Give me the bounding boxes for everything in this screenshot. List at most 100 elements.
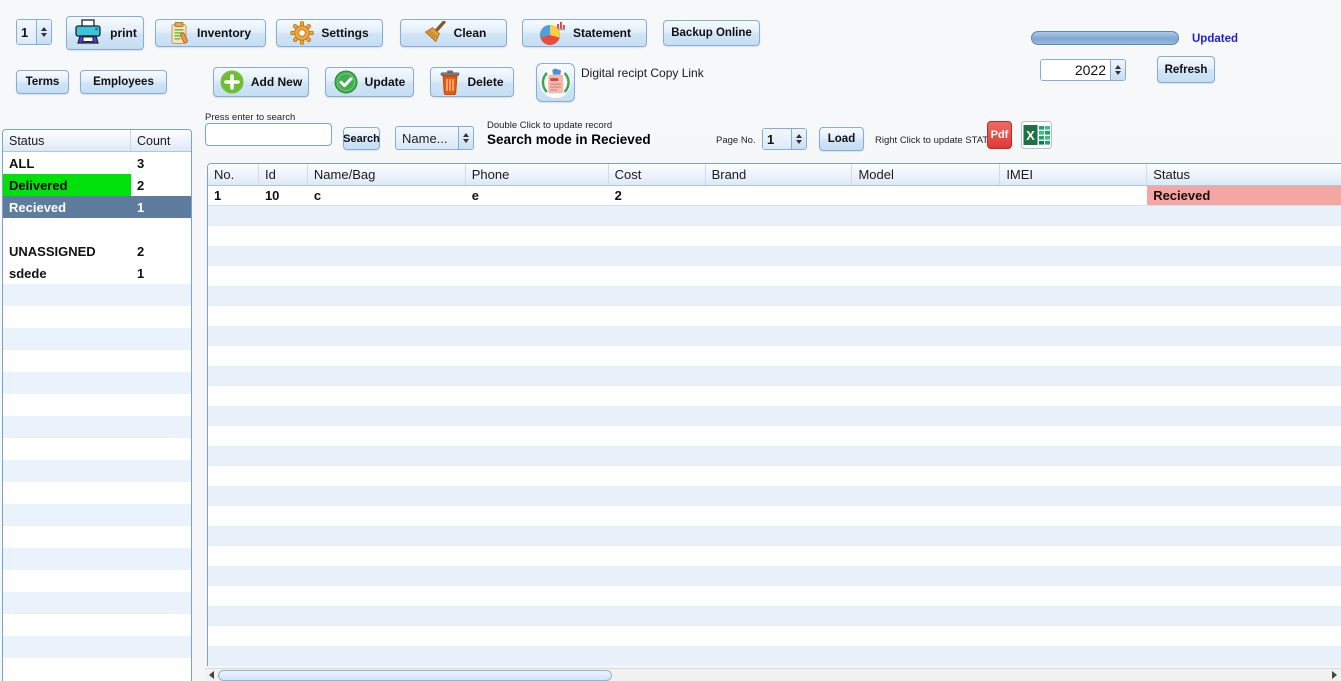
sidebar-empty-row xyxy=(3,416,191,438)
grid-column-model[interactable]: Model xyxy=(852,164,1000,185)
inventory-label: Inventory xyxy=(197,26,251,40)
search-button[interactable]: Search xyxy=(343,127,380,150)
inventory-button[interactable]: Inventory xyxy=(155,19,266,47)
sidebar-empty-row xyxy=(3,284,191,306)
load-label: Load xyxy=(828,133,855,145)
sidebar-status-row[interactable]: UNASSIGNED2 xyxy=(3,240,191,262)
update-label: Update xyxy=(365,75,406,89)
grid-empty-row xyxy=(208,626,1341,646)
sidebar-column-status[interactable]: Status xyxy=(3,130,131,151)
copies-spinner[interactable]: 1 xyxy=(16,19,52,45)
clipboard-icon xyxy=(170,22,190,45)
table-row[interactable]: 1 10 c e 2 Recieved xyxy=(208,186,1341,206)
sidebar-status-row[interactable]: sdede1 xyxy=(3,262,191,284)
sync-progress-bar xyxy=(1031,31,1179,45)
employees-button[interactable]: Employees xyxy=(80,70,167,94)
digital-receipt-label: Digital recipt Copy Link xyxy=(581,66,704,80)
scrollbar-thumb[interactable] xyxy=(218,670,612,681)
search-mode-dropdown[interactable]: Name... xyxy=(395,126,474,150)
grid-column-brand[interactable]: Brand xyxy=(706,164,853,185)
page-value: 1 xyxy=(763,129,791,149)
grid-empty-row xyxy=(208,546,1341,566)
sidebar-empty-row xyxy=(3,614,191,636)
sidebar-status-row[interactable]: Delivered2 xyxy=(3,174,191,196)
grid-empty-row xyxy=(208,226,1341,246)
backup-online-button[interactable]: Backup Online xyxy=(663,20,760,46)
print-label: print xyxy=(110,26,137,40)
grid-empty-row xyxy=(208,346,1341,366)
sidebar-header: Status Count xyxy=(3,130,191,152)
sidebar-empty-row xyxy=(3,504,191,526)
grid-column-name[interactable]: Name/Bag xyxy=(308,164,466,185)
add-new-button[interactable]: Add New xyxy=(213,67,309,97)
page-spin-buttons[interactable] xyxy=(791,129,806,149)
sidebar-column-count[interactable]: Count xyxy=(131,130,191,151)
grid-column-no[interactable]: No. xyxy=(208,164,259,185)
add-plus-icon xyxy=(220,70,244,94)
grid-column-cost[interactable]: Cost xyxy=(609,164,706,185)
print-button[interactable]: print xyxy=(66,16,144,50)
app-window: { "toolbar": { "copies_value": "1", "pri… xyxy=(0,0,1341,681)
broom-icon xyxy=(421,21,447,45)
cell-cost: 2 xyxy=(609,186,706,205)
export-excel-button[interactable]: X xyxy=(1021,121,1052,149)
update-button[interactable]: Update xyxy=(325,67,414,97)
refresh-label: Refresh xyxy=(1165,64,1208,76)
grid-empty-row xyxy=(208,486,1341,506)
sidebar-status-row[interactable]: ALL3 xyxy=(3,152,191,174)
pdf-label: Pdf xyxy=(991,129,1009,141)
copies-spin-buttons[interactable] xyxy=(36,20,51,44)
grid-column-id[interactable]: Id xyxy=(259,164,308,185)
search-button-label: Search xyxy=(343,133,380,145)
year-spin-buttons[interactable] xyxy=(1110,60,1125,80)
statement-label: Statement xyxy=(573,26,631,40)
receipt-icon xyxy=(539,66,572,99)
sidebar-empty-row xyxy=(3,548,191,570)
delete-label: Delete xyxy=(467,75,503,89)
search-mode-spin-buttons[interactable] xyxy=(458,127,473,149)
export-pdf-button[interactable]: Pdf xyxy=(987,121,1012,149)
scroll-right-arrow-icon[interactable] xyxy=(1328,669,1341,681)
horizontal-scrollbar[interactable] xyxy=(205,668,1341,681)
sidebar-status-row[interactable]: Recieved1 xyxy=(3,196,191,218)
sidebar-empty-row xyxy=(3,372,191,394)
delete-button[interactable]: Delete xyxy=(430,67,514,97)
printer-icon xyxy=(73,19,103,47)
digital-receipt-button[interactable] xyxy=(536,63,575,102)
excel-icon: X xyxy=(1021,121,1052,149)
grid-empty-row xyxy=(208,406,1341,426)
statement-button[interactable]: Statement xyxy=(522,19,647,47)
grid-empty-row xyxy=(208,586,1341,606)
gear-icon xyxy=(290,21,314,45)
search-input[interactable] xyxy=(205,123,332,146)
sidebar-empty-row xyxy=(3,570,191,592)
scroll-left-arrow-icon[interactable] xyxy=(205,669,218,681)
page-no-label: Page No. xyxy=(716,135,756,146)
sidebar-empty-row xyxy=(3,438,191,460)
sidebar-empty-row xyxy=(3,592,191,614)
year-spinner[interactable]: 2022 xyxy=(1040,59,1126,81)
grid-empty-row xyxy=(208,606,1341,626)
sidebar-empty-row xyxy=(3,482,191,504)
grid-empty-row xyxy=(208,426,1341,446)
grid-column-status[interactable]: Status xyxy=(1147,164,1341,185)
grid-empty-row xyxy=(208,526,1341,546)
settings-button[interactable]: Settings xyxy=(276,19,383,47)
grid-column-phone[interactable]: Phone xyxy=(466,164,609,185)
load-button[interactable]: Load xyxy=(819,127,864,151)
sidebar-empty-row xyxy=(3,636,191,658)
svg-text:X: X xyxy=(1026,128,1035,143)
grid-column-imei[interactable]: IMEI xyxy=(1000,164,1147,185)
grid-empty-row xyxy=(208,646,1341,666)
sidebar-empty-row xyxy=(3,460,191,482)
clean-button[interactable]: Clean xyxy=(400,19,507,47)
page-spinner[interactable]: 1 xyxy=(762,128,807,150)
backup-online-label: Backup Online xyxy=(671,27,752,39)
search-mode-text: Search mode in Recieved xyxy=(487,132,651,147)
refresh-button[interactable]: Refresh xyxy=(1157,56,1215,83)
sidebar-empty-row xyxy=(3,350,191,372)
terms-button[interactable]: Terms xyxy=(16,70,69,94)
cell-no: 1 xyxy=(208,186,259,205)
sidebar-status-row[interactable] xyxy=(3,218,191,240)
cell-name: c xyxy=(308,186,466,205)
